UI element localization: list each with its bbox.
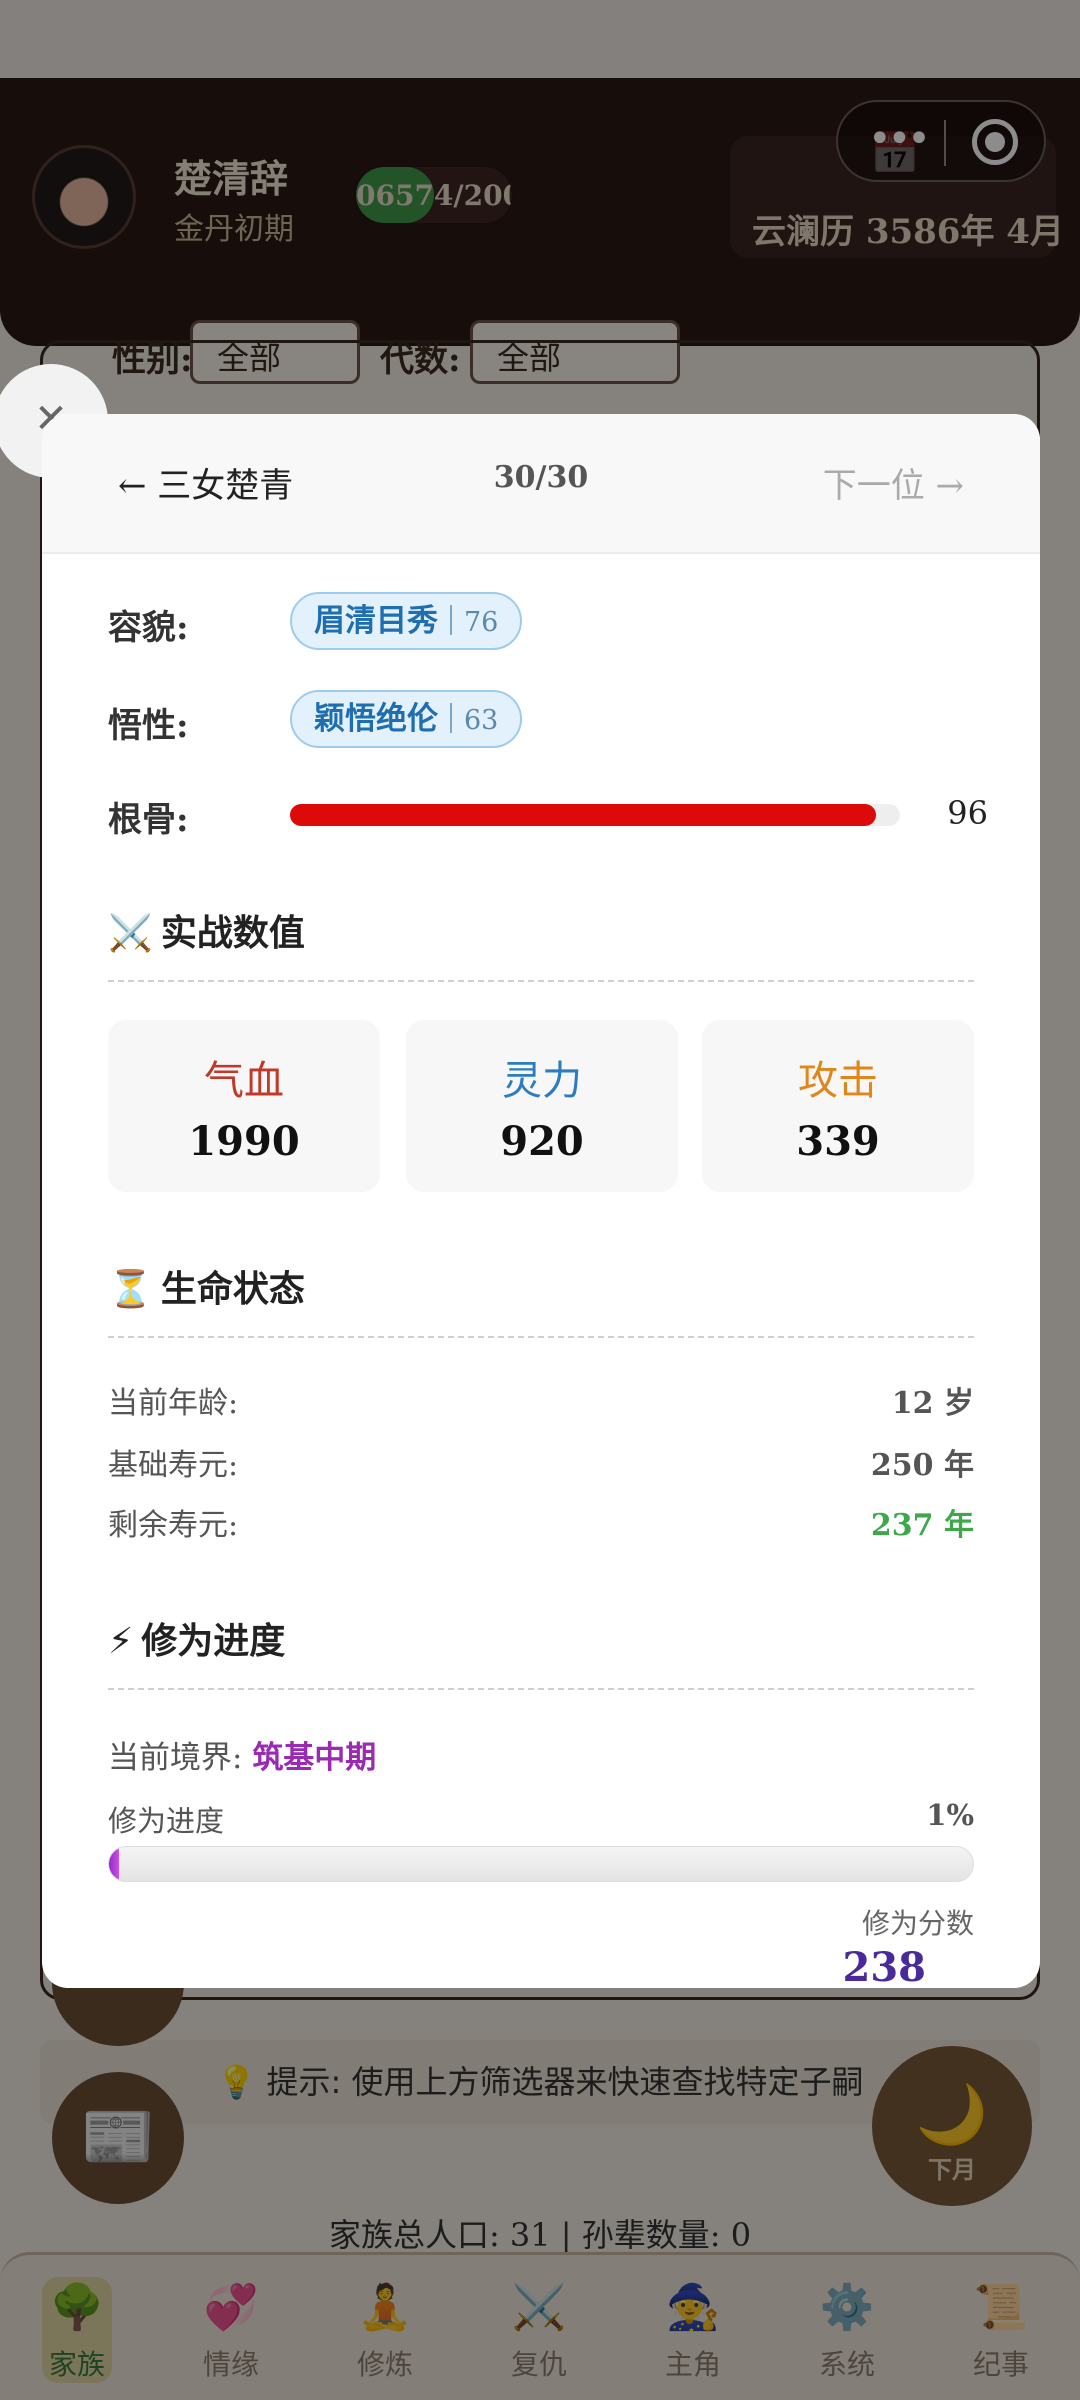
mana-value: 920 bbox=[500, 1118, 584, 1165]
combat-title-text: 实战数值 bbox=[160, 912, 305, 954]
cultivation-progress-fill bbox=[109, 1847, 119, 1881]
base-lifespan-value: 250 年 bbox=[870, 1448, 974, 1483]
bone-bar bbox=[290, 804, 900, 826]
realm-value: 筑基中期 bbox=[252, 1740, 377, 1776]
remaining-lifespan-row: 剩余寿元: 237 年 bbox=[108, 1500, 974, 1544]
mana-card: 灵力 920 bbox=[406, 1020, 678, 1192]
crossed-swords-icon: ⚔️ bbox=[108, 913, 153, 954]
appearance-tag: 眉清目秀 76 bbox=[290, 592, 523, 650]
bone-row: 根骨: 96 bbox=[108, 784, 988, 844]
age-row: 当前年龄: 12 岁 bbox=[108, 1378, 974, 1422]
score-value: 238 bbox=[842, 1944, 927, 1988]
lightning-icon: ⚡ bbox=[108, 1621, 134, 1662]
current-realm: 当前境界: 筑基中期 bbox=[108, 1732, 376, 1777]
base-lifespan-label: 基础寿元: bbox=[108, 1448, 239, 1483]
age-label: 当前年龄: bbox=[108, 1386, 239, 1421]
bone-label: 根骨: bbox=[108, 800, 189, 840]
modal-nav-header: ← 三女楚青 30/30 下一位 → bbox=[42, 414, 1040, 554]
cultivation-progress-bar bbox=[108, 1846, 974, 1882]
appearance-tag-value: 76 bbox=[464, 607, 499, 638]
appearance-row: 容貌: 眉清目秀 76 bbox=[108, 592, 988, 652]
base-lifespan-row: 基础寿元: 250 年 bbox=[108, 1440, 974, 1484]
hp-value: 1990 bbox=[188, 1118, 300, 1165]
hourglass-icon: ⏳ bbox=[108, 1269, 153, 1310]
bone-bar-fill bbox=[290, 804, 876, 826]
attack-value: 339 bbox=[796, 1118, 880, 1165]
realm-label: 当前境界: bbox=[108, 1740, 243, 1776]
section-divider bbox=[108, 1336, 974, 1338]
comprehension-tag-name: 颖悟绝伦 bbox=[314, 701, 438, 737]
progress-percent: 1% bbox=[926, 1798, 974, 1832]
section-divider bbox=[108, 1688, 974, 1690]
section-divider bbox=[108, 980, 974, 982]
hp-label: 气血 bbox=[204, 1058, 284, 1104]
cultivation-section-title: ⚡ 修为进度 bbox=[108, 1612, 285, 1664]
cultivation-title-text: 修为进度 bbox=[141, 1620, 286, 1662]
remaining-lifespan-value: 237 年 bbox=[870, 1508, 974, 1543]
tag-divider bbox=[450, 703, 452, 733]
attack-card: 攻击 339 bbox=[702, 1020, 974, 1192]
tag-divider bbox=[450, 605, 452, 635]
appearance-label: 容貌: bbox=[108, 608, 189, 648]
attack-label: 攻击 bbox=[798, 1058, 878, 1104]
combat-section-title: ⚔️ 实战数值 bbox=[108, 904, 305, 956]
comprehension-label: 悟性: bbox=[108, 706, 189, 746]
life-section-title: ⏳ 生命状态 bbox=[108, 1260, 305, 1312]
appearance-tag-name: 眉清目秀 bbox=[314, 603, 438, 639]
next-child-button[interactable]: 下一位 → bbox=[823, 458, 964, 507]
mana-label: 灵力 bbox=[502, 1058, 582, 1104]
life-title-text: 生命状态 bbox=[160, 1268, 305, 1310]
child-detail-modal: ← 三女楚青 30/30 下一位 → 容貌: 眉清目秀 76 悟性: 颖悟绝伦 63… bbox=[42, 414, 1040, 1988]
progress-label: 修为进度 bbox=[108, 1804, 225, 1838]
bone-value: 96 bbox=[947, 794, 988, 832]
age-value: 12 岁 bbox=[891, 1386, 974, 1421]
comprehension-tag: 颖悟绝伦 63 bbox=[290, 690, 523, 748]
score-label: 修为分数 bbox=[861, 1907, 974, 1940]
remaining-lifespan-label: 剩余寿元: bbox=[108, 1508, 239, 1543]
comprehension-tag-value: 63 bbox=[464, 705, 499, 736]
hp-card: 气血 1990 bbox=[108, 1020, 380, 1192]
comprehension-row: 悟性: 颖悟绝伦 63 bbox=[108, 690, 988, 750]
